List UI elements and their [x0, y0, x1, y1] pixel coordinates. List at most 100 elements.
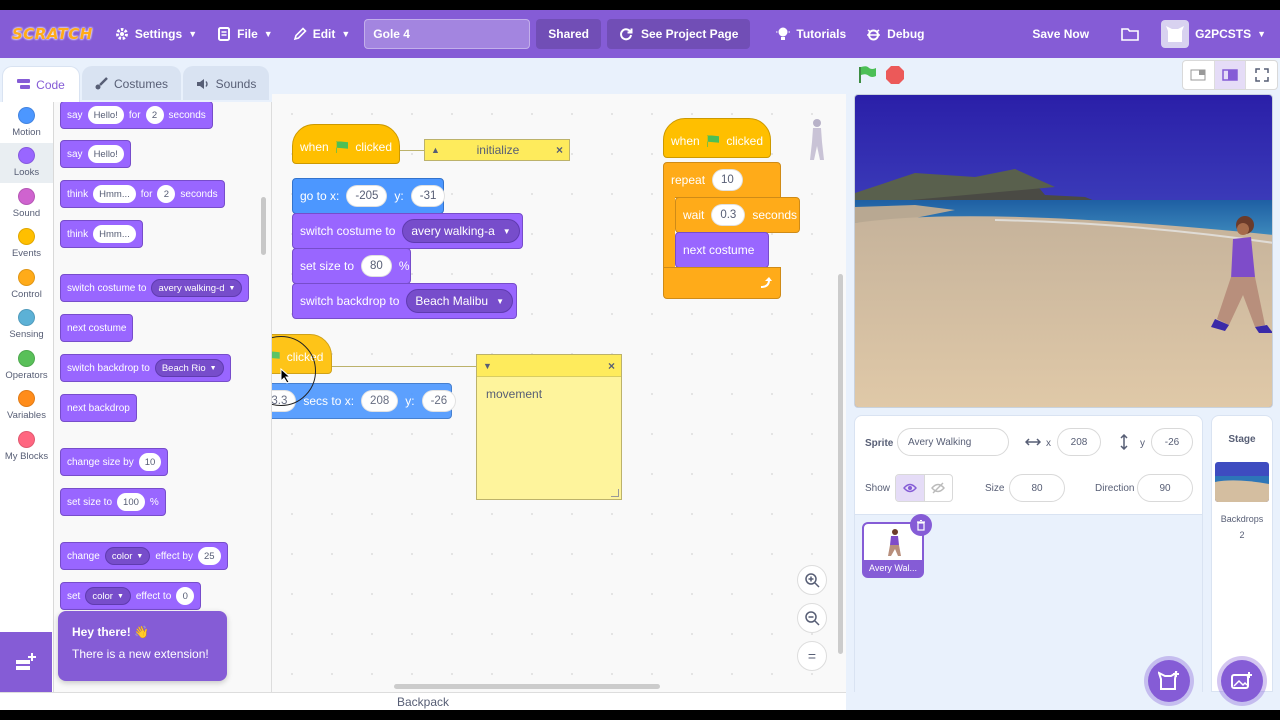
close-icon[interactable]: ×	[556, 143, 563, 157]
wait-block[interactable]: wait 0.3 seconds	[675, 197, 800, 233]
file-menu[interactable]: File ▼	[207, 10, 283, 58]
zoom-in-button[interactable]	[797, 565, 827, 595]
stage-selector[interactable]: Stage Backdrops 2	[1211, 415, 1273, 692]
category-variables[interactable]: Variables	[0, 386, 53, 427]
hide-sprite-button[interactable]	[925, 475, 953, 501]
y-input[interactable]: -26	[421, 390, 457, 412]
edit-menu[interactable]: Edit ▼	[283, 10, 361, 58]
palette-set-size-block[interactable]: set size to 100 %	[60, 488, 166, 516]
size-input[interactable]: 80	[361, 255, 392, 277]
add-sprite-button[interactable]	[1148, 660, 1190, 702]
debug-button[interactable]: Debug	[856, 10, 934, 58]
category-control[interactable]: Control	[0, 264, 53, 305]
tutorials-button[interactable]: Tutorials	[766, 10, 856, 58]
script-workspace[interactable]: when clicked ▲ initialize × go to x: -20…	[272, 94, 846, 692]
message-input[interactable]: Hmm...	[93, 185, 136, 203]
scratch-logo[interactable]: SCRATCH	[12, 25, 93, 43]
save-now-button[interactable]: Save Now	[1022, 10, 1111, 58]
palette-switch-backdrop-block[interactable]: switch backdrop to Beach Rio ▼	[60, 354, 231, 382]
comment-initialize[interactable]: ▲ initialize ×	[424, 139, 570, 161]
set-size-block[interactable]: set size to 80 %	[292, 248, 411, 284]
category-motion[interactable]: Motion	[0, 102, 53, 143]
backdrop-dropdown[interactable]: Beach Rio ▼	[154, 359, 224, 377]
category-my-blocks[interactable]: My Blocks	[0, 426, 53, 467]
close-icon[interactable]: ×	[608, 359, 615, 373]
seconds-input[interactable]: 2	[157, 185, 176, 203]
go-to-xy-block[interactable]: go to x: -205 y: -31	[292, 178, 446, 214]
zoom-reset-button[interactable]: =	[797, 641, 827, 671]
size-input[interactable]: 100	[117, 493, 145, 511]
message-input[interactable]: Hmm...	[93, 225, 136, 243]
palette-set-effect-block[interactable]: set color ▼ effect to 0	[60, 582, 202, 610]
direction-input[interactable]: 90	[1137, 474, 1193, 502]
effect-dropdown[interactable]: color ▼	[85, 587, 131, 605]
add-extension-button[interactable]	[0, 632, 52, 692]
next-costume-block[interactable]: next costume	[675, 232, 769, 268]
category-operators[interactable]: Operators	[0, 345, 53, 386]
comment-text[interactable]: movement	[477, 377, 621, 411]
palette-say-for-block[interactable]: say Hello! for 2 seconds	[60, 102, 213, 129]
palette-switch-costume-block[interactable]: switch costume to avery walking-d ▼	[60, 274, 250, 302]
effect-value-input[interactable]: 25	[197, 547, 221, 565]
size-input[interactable]: 10	[138, 453, 162, 471]
costume-dropdown[interactable]: avery walking-a ▼	[402, 219, 520, 243]
palette-next-costume-block[interactable]: next costume	[60, 314, 134, 342]
x-input[interactable]: 208	[361, 390, 399, 412]
normal-stage-button[interactable]	[1214, 61, 1247, 89]
category-events[interactable]: Events	[0, 224, 53, 265]
effect-dropdown[interactable]: color ▼	[104, 547, 151, 565]
tab-costumes[interactable]: Costumes	[82, 66, 181, 100]
seconds-input[interactable]: 2	[145, 106, 164, 124]
palette-think-for-block[interactable]: think Hmm... for 2 seconds	[60, 180, 225, 208]
project-title-input[interactable]: Gole 4	[364, 19, 531, 49]
category-looks[interactable]: Looks	[0, 142, 53, 183]
backpack-bar[interactable]: Backpack	[0, 692, 846, 710]
workspace-h-scrollbar[interactable]	[394, 684, 660, 689]
backdrop-dropdown[interactable]: Beach Malibu ▼	[406, 289, 514, 313]
repeat-count-input[interactable]: 10	[712, 169, 743, 191]
category-sensing[interactable]: Sensing	[0, 305, 53, 346]
costume-dropdown[interactable]: avery walking-d ▼	[151, 279, 243, 297]
share-button[interactable]: Shared	[536, 19, 601, 49]
x-position-input[interactable]: 208	[1057, 428, 1101, 456]
y-position-input[interactable]: -26	[1151, 428, 1193, 456]
green-flag-button[interactable]	[858, 66, 878, 84]
settings-menu[interactable]: Settings ▼	[105, 10, 207, 58]
resize-handle[interactable]	[611, 489, 619, 497]
add-backdrop-button[interactable]	[1221, 660, 1263, 702]
sprite-thumb-avery[interactable]: Avery Wal...	[862, 514, 932, 578]
palette-scrollbar[interactable]	[261, 197, 266, 255]
delete-sprite-button[interactable]	[910, 514, 932, 536]
tab-code[interactable]: Code	[2, 66, 80, 102]
switch-backdrop-block[interactable]: switch backdrop to Beach Malibu ▼	[292, 283, 517, 319]
stop-button[interactable]	[886, 66, 904, 84]
collapse-icon[interactable]: ▲	[431, 145, 440, 155]
message-input[interactable]: Hello!	[87, 145, 124, 163]
fullscreen-button[interactable]	[1246, 61, 1277, 89]
extension-tooltip[interactable]: Hey there! 👋 There is a new extension!	[58, 611, 227, 681]
message-input[interactable]: Hello!	[87, 106, 124, 124]
account-menu[interactable]: G2PCSTS ▼	[1161, 10, 1280, 58]
see-project-page-button[interactable]: See Project Page	[606, 19, 751, 49]
stage-canvas[interactable]	[854, 94, 1273, 408]
my-stuff-button[interactable]	[1111, 10, 1161, 58]
y-input[interactable]: -31	[410, 185, 446, 207]
when-flag-clicked-hat-2[interactable]: when clicked	[663, 118, 771, 158]
repeat-block[interactable]: repeat 10	[663, 162, 781, 198]
effect-value-input[interactable]: 0	[176, 587, 195, 605]
workspace-v-scrollbar[interactable]	[838, 274, 843, 654]
palette-change-effect-block[interactable]: change color ▼ effect by 25	[60, 542, 228, 570]
palette-change-size-block[interactable]: change size by 10	[60, 448, 169, 476]
wait-seconds-input[interactable]: 0.3	[711, 204, 746, 226]
palette-think-block[interactable]: think Hmm...	[60, 220, 143, 248]
palette-say-block[interactable]: say Hello!	[60, 140, 131, 168]
switch-costume-block[interactable]: switch costume to avery walking-a ▼	[292, 213, 523, 249]
palette-next-backdrop-block[interactable]: next backdrop	[60, 394, 137, 422]
when-flag-clicked-hat-1[interactable]: when clicked	[292, 124, 400, 164]
x-input[interactable]: -205	[346, 185, 388, 207]
collapse-icon[interactable]: ▼	[483, 361, 492, 371]
comment-movement[interactable]: ▼ × movement	[476, 354, 622, 500]
sprite-name-input[interactable]: Avery Walking	[897, 428, 1009, 456]
zoom-out-button[interactable]	[797, 603, 827, 633]
category-sound[interactable]: Sound	[0, 183, 53, 224]
